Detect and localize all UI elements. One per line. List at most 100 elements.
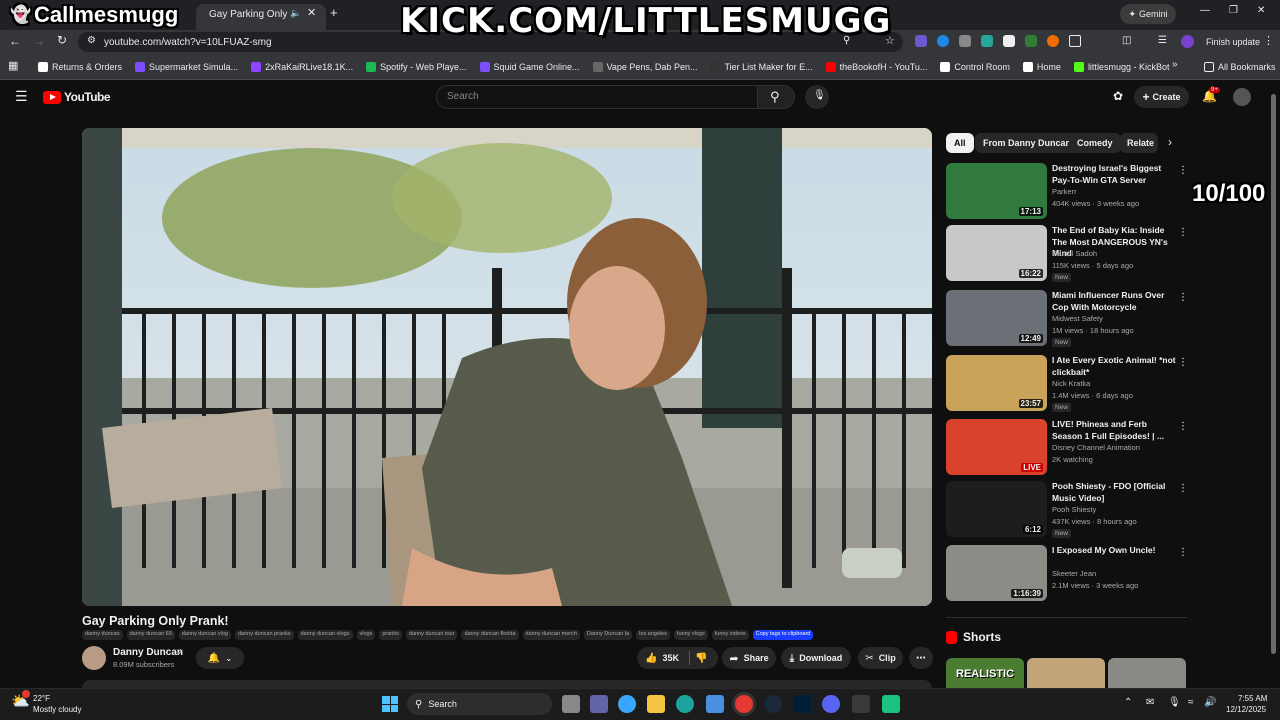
- tray-icon[interactable]: 🎙: [1168, 697, 1181, 708]
- wifi-icon[interactable]: ≈: [1188, 697, 1194, 708]
- recommendation-title[interactable]: I Ate Every Exotic Animal! *not clickbai…: [1052, 355, 1178, 378]
- filter-chip-comedy[interactable]: Comedy: [1069, 133, 1121, 153]
- video-tag[interactable]: danny duncan florida: [461, 630, 519, 640]
- video-tag[interactable]: los angeles: [636, 630, 670, 640]
- page-scrollbar[interactable]: [1271, 90, 1276, 660]
- video-thumbnail[interactable]: 16:22: [946, 225, 1047, 281]
- bookmark-item[interactable]: 2xRaKaiRLive18.1K...: [251, 60, 353, 74]
- tray-icon[interactable]: ✉: [1146, 697, 1154, 708]
- extension-icon[interactable]: [981, 35, 993, 47]
- store-icon[interactable]: [706, 695, 724, 713]
- app-icon[interactable]: [852, 695, 870, 713]
- more-actions-button[interactable]: ⋯: [909, 647, 933, 669]
- extension-icon[interactable]: [1047, 35, 1059, 47]
- subscribed-bell-button[interactable]: 🔔 ⌄: [196, 647, 244, 669]
- video-thumbnail[interactable]: LIVE: [946, 419, 1047, 475]
- bookmark-item[interactable]: Vape Pens, Dab Pen...: [592, 60, 697, 74]
- profile-icon[interactable]: [1181, 35, 1194, 48]
- video-player[interactable]: [82, 128, 932, 606]
- download-button[interactable]: ⤓ Download: [781, 647, 851, 669]
- edge-icon[interactable]: [676, 695, 694, 713]
- volume-icon[interactable]: 🔊: [1204, 697, 1216, 708]
- apps-icon[interactable]: ▦: [8, 59, 18, 72]
- video-tag[interactable]: danny duncan vlog: [178, 630, 231, 640]
- clip-button[interactable]: ✂ Clip: [858, 647, 903, 669]
- video-tag[interactable]: danny duncan pranks: [234, 630, 294, 640]
- video-tag[interactable]: funny vlogs: [673, 630, 708, 640]
- video-thumbnail[interactable]: 17:13: [946, 163, 1047, 219]
- recommendation-card[interactable]: 1:16:39 I Exposed My Own Uncle! Skeeter Je…: [946, 545, 1188, 601]
- recommendation-channel[interactable]: Midwest Safety: [1052, 313, 1103, 325]
- video-tag[interactable]: danny duncan 69: [126, 630, 175, 640]
- recommendation-card[interactable]: 12:49 Miami Influencer Runs Over Cop With…: [946, 290, 1188, 347]
- recommendation-channel[interactable]: Nick Kratka: [1052, 378, 1090, 390]
- video-tag[interactable]: vlogs: [356, 630, 376, 640]
- discord-icon[interactable]: [822, 695, 840, 713]
- side-panel-icon[interactable]: ◫: [1122, 35, 1131, 46]
- video-tag[interactable]: danny duncan: [82, 630, 123, 640]
- voice-search-button[interactable]: 🎙: [805, 85, 829, 109]
- extension-icon[interactable]: [915, 35, 927, 47]
- recommendation-channel[interactable]: Disney Channel Animation: [1052, 442, 1140, 454]
- description-box[interactable]: [82, 680, 932, 688]
- gemini-button[interactable]: ✦ Gemini: [1120, 4, 1176, 24]
- dislike-button[interactable]: 👎: [695, 653, 707, 664]
- youtube-logo[interactable]: YouTube: [43, 90, 111, 104]
- video-tag[interactable]: danny duncan tour: [405, 630, 458, 640]
- like-button[interactable]: 👍 35K: [645, 653, 679, 664]
- url-text[interactable]: youtube.com/watch?v=10LFUAZ-smg: [104, 37, 272, 48]
- share-button[interactable]: ➦ Share: [722, 647, 776, 669]
- bookmarks-overflow-icon[interactable]: »: [1172, 59, 1178, 70]
- search-input[interactable]: Search: [436, 85, 758, 109]
- recommendation-channel[interactable]: Parkerr: [1052, 186, 1077, 198]
- close-window-icon[interactable]: ✕: [1257, 5, 1265, 16]
- bookmark-item[interactable]: Tier List Maker for E...: [710, 60, 813, 74]
- all-bookmarks[interactable]: All Bookmarks: [1204, 60, 1276, 74]
- bookmark-item[interactable]: Squid Game Online...: [479, 60, 580, 74]
- weather-temp[interactable]: 22°F: [33, 694, 50, 703]
- more-options-icon[interactable]: ⋮: [1178, 165, 1188, 176]
- more-options-icon[interactable]: ⋮: [1178, 547, 1188, 558]
- clock-time[interactable]: 7:55 AM: [1238, 694, 1267, 703]
- bookmark-item[interactable]: theBookofH - YouTu...: [825, 60, 927, 74]
- create-button[interactable]: + Create: [1134, 86, 1189, 108]
- bookmark-item[interactable]: Returns & Orders: [38, 60, 122, 74]
- more-options-icon[interactable]: ⋮: [1178, 292, 1188, 303]
- new-tab-icon[interactable]: +: [330, 5, 338, 20]
- minimize-icon[interactable]: —: [1200, 5, 1210, 16]
- short-thumb[interactable]: [1027, 658, 1105, 688]
- back-icon[interactable]: ←: [9, 34, 21, 48]
- forward-icon[interactable]: →: [33, 34, 45, 48]
- video-thumbnail[interactable]: 23:57: [946, 355, 1047, 411]
- video-tag[interactable]: pranks: [379, 630, 402, 640]
- extension-icon[interactable]: [937, 35, 949, 47]
- filter-chip-channel[interactable]: From Danny Duncan: [975, 133, 1080, 153]
- recommendation-title[interactable]: LIVE! Phineas and Ferb Season 1 Full Epi…: [1052, 419, 1178, 442]
- more-options-icon[interactable]: ⋮: [1178, 421, 1188, 432]
- recommendation-channel[interactable]: Daniel Sadoh: [1052, 248, 1097, 260]
- steam-icon[interactable]: [764, 695, 782, 713]
- channel-name[interactable]: Danny Duncan: [113, 647, 183, 658]
- finish-update-button[interactable]: Finish update: [1206, 37, 1260, 47]
- chrome-menu-icon[interactable]: ⋮: [1263, 34, 1274, 47]
- filter-chip-all[interactable]: All: [946, 133, 974, 153]
- tab-audio-icon[interactable]: 🔈: [290, 8, 301, 19]
- video-tag[interactable]: danny duncan vlogs: [297, 630, 353, 640]
- video-tag[interactable]: danny duncan merch: [522, 630, 580, 640]
- short-thumb[interactable]: REALISTIC: [946, 658, 1024, 688]
- recommendation-card[interactable]: LIVE LIVE! Phineas and Ferb Season 1 Full…: [946, 419, 1188, 475]
- scrollbar-thumb[interactable]: [1271, 94, 1276, 654]
- copy-tags-button[interactable]: Copy tags to clipboard: [752, 630, 814, 640]
- account-avatar[interactable]: [1233, 88, 1251, 106]
- more-options-icon[interactable]: ⋮: [1178, 483, 1188, 494]
- reload-icon[interactable]: ↻: [57, 33, 67, 47]
- start-button[interactable]: [382, 696, 398, 712]
- task-view-icon[interactable]: [562, 695, 580, 713]
- recommendation-card[interactable]: 17:13 Destroying Israel's Biggest Pay-To-…: [946, 163, 1188, 219]
- more-options-icon[interactable]: ⋮: [1178, 357, 1188, 368]
- bookmark-item[interactable]: Supermarket Simula...: [135, 60, 238, 74]
- recommendation-channel[interactable]: Pooh Shiesty: [1052, 504, 1096, 516]
- clock-date[interactable]: 12/12/2025: [1226, 705, 1266, 714]
- chevron-right-icon[interactable]: ›: [1168, 135, 1172, 149]
- recommendation-title[interactable]: Destroying Israel's Biggest Pay-To-Win G…: [1052, 163, 1178, 186]
